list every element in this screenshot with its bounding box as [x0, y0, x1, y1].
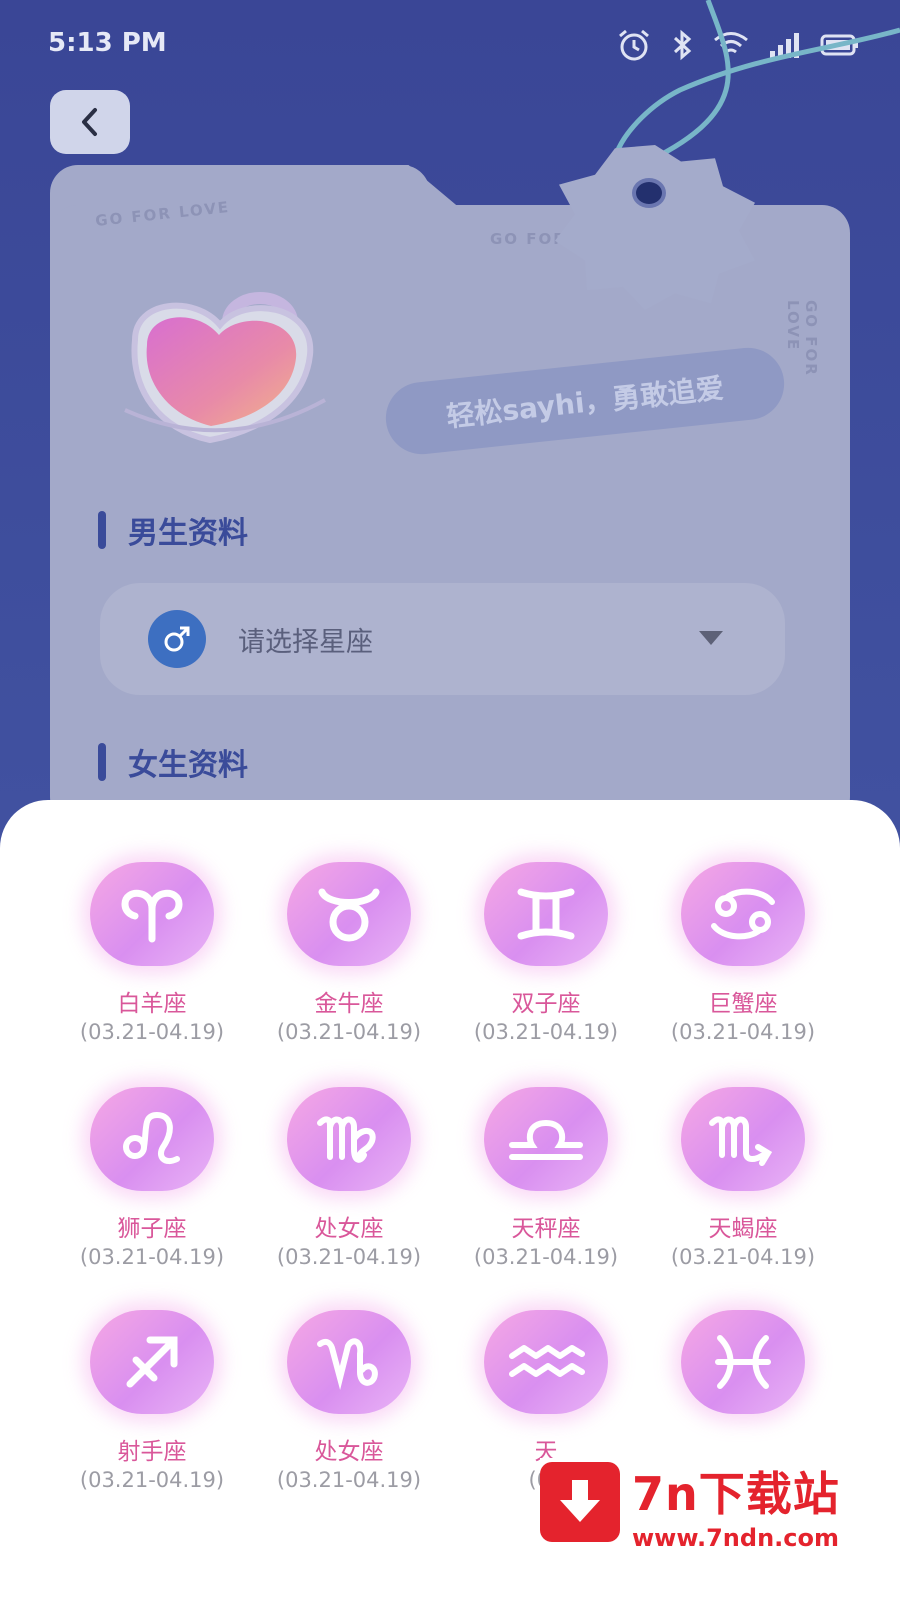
zodiac-date: (03.21-04.19)	[79, 1468, 225, 1492]
zodiac-date: (03.21-04.19)	[276, 1245, 422, 1269]
bluetooth-icon	[673, 29, 692, 61]
male-section-title: 男生资料	[98, 508, 248, 552]
zodiac-date: (03.21-04.19)	[79, 1245, 225, 1269]
zodiac-option-gemini[interactable]: 双子座 (03.21-04.19)	[448, 862, 644, 1062]
zodiac-date: (03.21-04.19)	[473, 1020, 619, 1044]
battery-icon	[820, 34, 858, 56]
scorpio-icon	[681, 1087, 805, 1191]
zodiac-name: 狮子座	[117, 1216, 187, 1242]
zodiac-select-placeholder: 请选择星座	[238, 626, 373, 658]
watermark-url: www.7ndn.com	[632, 1524, 839, 1552]
chevron-left-icon	[82, 108, 97, 136]
zodiac-name: 金牛座	[314, 991, 384, 1017]
section-marker	[98, 743, 106, 781]
zodiac-name: 天秤座	[511, 1216, 581, 1242]
aries-icon	[90, 862, 214, 966]
download-icon	[540, 1462, 620, 1542]
back-button[interactable]	[50, 90, 130, 154]
zodiac-date: (03.21-04.19)	[670, 1020, 816, 1044]
status-icons	[616, 28, 860, 62]
zodiac-name: 白羊座	[117, 991, 187, 1017]
zodiac-option-leo[interactable]: 狮子座 (03.21-04.19)	[54, 1087, 250, 1287]
zodiac-name: 处女座	[314, 1439, 384, 1465]
leo-icon	[90, 1087, 214, 1191]
zodiac-name: 天蝎座	[708, 1216, 778, 1242]
zodiac-date: (03.21-04.19)	[276, 1020, 422, 1044]
alarm-icon	[619, 29, 649, 61]
heart-illustration	[115, 280, 335, 460]
libra-icon	[484, 1087, 608, 1191]
zodiac-option-virgo[interactable]: 处女座 (03.21-04.19)	[251, 1087, 447, 1287]
zodiac-name: 双子座	[511, 991, 581, 1017]
wifi-icon	[714, 32, 748, 54]
male-zodiac-select[interactable]: 请选择星座	[100, 583, 785, 695]
pisces-icon	[681, 1310, 805, 1414]
zodiac-option-cancer[interactable]: 巨蟹座 (03.21-04.19)	[645, 862, 841, 1062]
zodiac-name: 射手座	[117, 1439, 187, 1465]
decorative-text: GO FOR LOVE	[784, 300, 820, 377]
chevron-down-icon	[699, 631, 723, 645]
zodiac-option-taurus[interactable]: 金牛座 (03.21-04.19)	[251, 862, 447, 1062]
status-time: 5:13 PM	[48, 28, 167, 58]
aquarius-icon	[484, 1310, 608, 1414]
zodiac-option-sagittarius[interactable]: 射手座 (03.21-04.19)	[54, 1310, 250, 1510]
zodiac-option-capricorn[interactable]: 处女座 (03.21-04.19)	[251, 1310, 447, 1510]
zodiac-date: (03.21-04.19)	[670, 1245, 816, 1269]
zodiac-option-aries[interactable]: 白羊座 (03.21-04.19)	[54, 862, 250, 1062]
male-icon	[148, 610, 206, 668]
female-section-label: 女生资料	[128, 748, 248, 783]
zodiac-name: 巨蟹座	[708, 991, 778, 1017]
zodiac-name: 处女座	[314, 1216, 384, 1242]
female-section-title: 女生资料	[98, 740, 248, 784]
site-watermark: 7n下载站 www.7ndn.com	[540, 1458, 880, 1568]
male-section-label: 男生资料	[128, 516, 248, 551]
sagittarius-icon	[90, 1310, 214, 1414]
zodiac-date: (03.21-04.19)	[79, 1020, 225, 1044]
section-marker	[98, 511, 106, 549]
status-bar: 5:13 PM	[0, 0, 900, 90]
capricorn-icon	[287, 1310, 411, 1414]
zodiac-option-scorpio[interactable]: 天蝎座 (03.21-04.19)	[645, 1087, 841, 1287]
taurus-icon	[287, 862, 411, 966]
zodiac-option-libra[interactable]: 天秤座 (03.21-04.19)	[448, 1087, 644, 1287]
virgo-icon	[287, 1087, 411, 1191]
tag-hole	[632, 178, 666, 208]
gemini-icon	[484, 862, 608, 966]
zodiac-date: (03.21-04.19)	[473, 1245, 619, 1269]
cancer-icon	[681, 862, 805, 966]
zodiac-date: (03.21-04.19)	[276, 1468, 422, 1492]
watermark-title: 7n下载站	[632, 1467, 840, 1521]
signal-icon	[770, 33, 799, 58]
